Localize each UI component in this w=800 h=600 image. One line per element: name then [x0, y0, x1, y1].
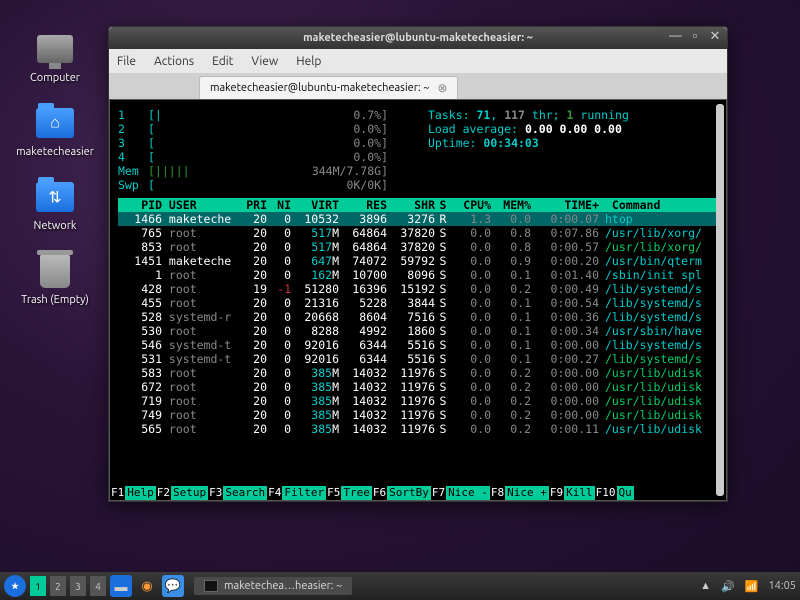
tab-label: maketecheasier@lubuntu-maketecheasier: ~ — [210, 82, 429, 94]
process-row[interactable]: 531 systemd-t2009201663445516S0.00.10:00… — [118, 352, 718, 366]
desktop-icon-computer[interactable]: Computer — [10, 30, 100, 84]
taskbar: ٭ 1 2 3 4 ▬ ◉ 💬 maketechea…heasier: ~ ▲ … — [0, 572, 800, 600]
clock[interactable]: 14:05 — [768, 580, 796, 592]
firefox-icon[interactable]: ◉ — [136, 575, 158, 597]
workspace-3[interactable]: 3 — [70, 576, 86, 596]
desktop-icon-home[interactable]: ⌂ maketecheasier — [10, 104, 100, 158]
folder-icon: ⌂ — [36, 108, 74, 138]
terminal-window: maketecheasier@lubuntu-maketecheasier: ~… — [108, 26, 728, 502]
fkey-F6[interactable]: F6SortBy — [372, 486, 431, 500]
tabbar: maketecheasier@lubuntu-maketecheasier: ~… — [109, 73, 727, 99]
terminal-tab[interactable]: maketecheasier@lubuntu-maketecheasier: ~… — [199, 76, 458, 99]
process-row[interactable]: 530 root200828849921860S0.00.10:00.34/us… — [118, 324, 718, 338]
fkey-F2[interactable]: F2Setup — [156, 486, 208, 500]
taskbar-item-terminal[interactable]: maketechea…heasier: ~ — [194, 577, 352, 595]
desktop-icons: Computer ⌂ maketecheasier ⇅ Network Tras… — [10, 30, 100, 306]
process-row[interactable]: 1466 maketeche2001053238963276R1.30.00:0… — [118, 212, 718, 226]
workspace-4[interactable]: 4 — [90, 576, 106, 596]
monitor-icon — [37, 35, 73, 63]
menu-actions[interactable]: Actions — [154, 55, 194, 68]
workspace-1[interactable]: 1 — [30, 576, 46, 596]
titlebar[interactable]: maketecheasier@lubuntu-maketecheasier: ~… — [109, 27, 727, 49]
window-title: maketecheasier@lubuntu-maketecheasier: ~ — [303, 32, 533, 44]
minimize-button[interactable]: — — [669, 30, 681, 42]
htop-header[interactable]: PID USER PRI NI VIRT RES SHR S CPU% MEM%… — [118, 198, 718, 212]
desktop-icon-trash[interactable]: Trash (Empty) — [10, 252, 100, 306]
terminal-content[interactable]: 1[|0.7%] 2[0.0%] 3[0.0%] 4[0.0%]Mem[||||… — [109, 99, 727, 501]
desktop-icon-network[interactable]: ⇅ Network — [10, 178, 100, 232]
workspace-2[interactable]: 2 — [50, 576, 66, 596]
close-button[interactable]: ✕ — [709, 30, 721, 42]
trash-icon — [40, 254, 70, 288]
process-row[interactable]: 672 root200385M1403211976S0.00.20:00.00/… — [118, 380, 718, 394]
chat-icon[interactable]: 💬 — [162, 575, 184, 597]
tab-close-icon[interactable]: ⊗ — [437, 81, 447, 95]
fkey-F9[interactable]: F9Kill — [549, 486, 595, 500]
menu-help[interactable]: Help — [296, 55, 321, 68]
scrollbar[interactable] — [716, 104, 724, 496]
tray-volume-icon[interactable]: 🔊 — [721, 580, 735, 593]
menu-file[interactable]: File — [117, 55, 136, 68]
menu-edit[interactable]: Edit — [212, 55, 233, 68]
process-row[interactable]: 428 root19-1512801639615192S0.00.20:00.4… — [118, 282, 718, 296]
fkey-F8[interactable]: F8Nice + — [490, 486, 549, 500]
process-row[interactable]: 528 systemd-r2002066886047516S0.00.10:00… — [118, 310, 718, 324]
process-row[interactable]: 719 root200385M1403211976S0.00.20:00.00/… — [118, 394, 718, 408]
desktop-icon-label: Trash (Empty) — [21, 294, 89, 306]
fkey-F4[interactable]: F4Filter — [267, 486, 326, 500]
desktop-icon-label: Computer — [30, 72, 80, 84]
desktop-icon-label: maketecheasier — [16, 146, 94, 158]
menu-view[interactable]: View — [251, 55, 278, 68]
fkey-F5[interactable]: F5Tree — [326, 486, 372, 500]
process-row[interactable]: 546 systemd-t2009201663445516S0.00.10:00… — [118, 338, 718, 352]
desktop-icon-label: Network — [34, 220, 77, 232]
process-row[interactable]: 1 root200162M107008096S0.00.10:01.40/sbi… — [118, 268, 718, 282]
pcmanfm-icon[interactable]: ▬ — [110, 575, 132, 597]
tray-network-icon[interactable]: 📶 — [745, 580, 759, 593]
process-row[interactable]: 583 root200385M1403211976S0.00.20:00.00/… — [118, 366, 718, 380]
fkey-F7[interactable]: F7Nice - — [431, 486, 490, 500]
fkey-F1[interactable]: F1Help — [110, 486, 156, 500]
maximize-button[interactable]: ▫ — [689, 30, 701, 42]
fkey-F10[interactable]: F10Qu — [595, 486, 634, 500]
htop-fkeys: F1HelpF2SetupF3SearchF4FilterF5TreeF6Sor… — [110, 486, 716, 500]
menubar: File Actions Edit View Help — [109, 49, 727, 73]
app-menu-button[interactable]: ٭ — [4, 575, 26, 597]
taskbar-item-label: maketechea…heasier: ~ — [224, 580, 342, 592]
process-row[interactable]: 455 root2002131652283844S0.00.10:00.54/l… — [118, 296, 718, 310]
terminal-icon — [204, 580, 218, 592]
fkey-F3[interactable]: F3Search — [208, 486, 267, 500]
process-row[interactable]: 749 root200385M1403211976S0.00.20:00.00/… — [118, 408, 718, 422]
process-row[interactable]: 565 root200385M1403211976S0.00.20:00.11/… — [118, 422, 718, 436]
tray-updates-icon[interactable]: ▲ — [700, 580, 711, 592]
process-row[interactable]: 853 root200517M6486437820S0.00.80:00.57/… — [118, 240, 718, 254]
folder-network-icon: ⇅ — [36, 182, 74, 212]
process-row[interactable]: 1451 maketeche200647M7407259792S0.00.90:… — [118, 254, 718, 268]
process-row[interactable]: 765 root200517M6486437820S0.00.80:07.86/… — [118, 226, 718, 240]
